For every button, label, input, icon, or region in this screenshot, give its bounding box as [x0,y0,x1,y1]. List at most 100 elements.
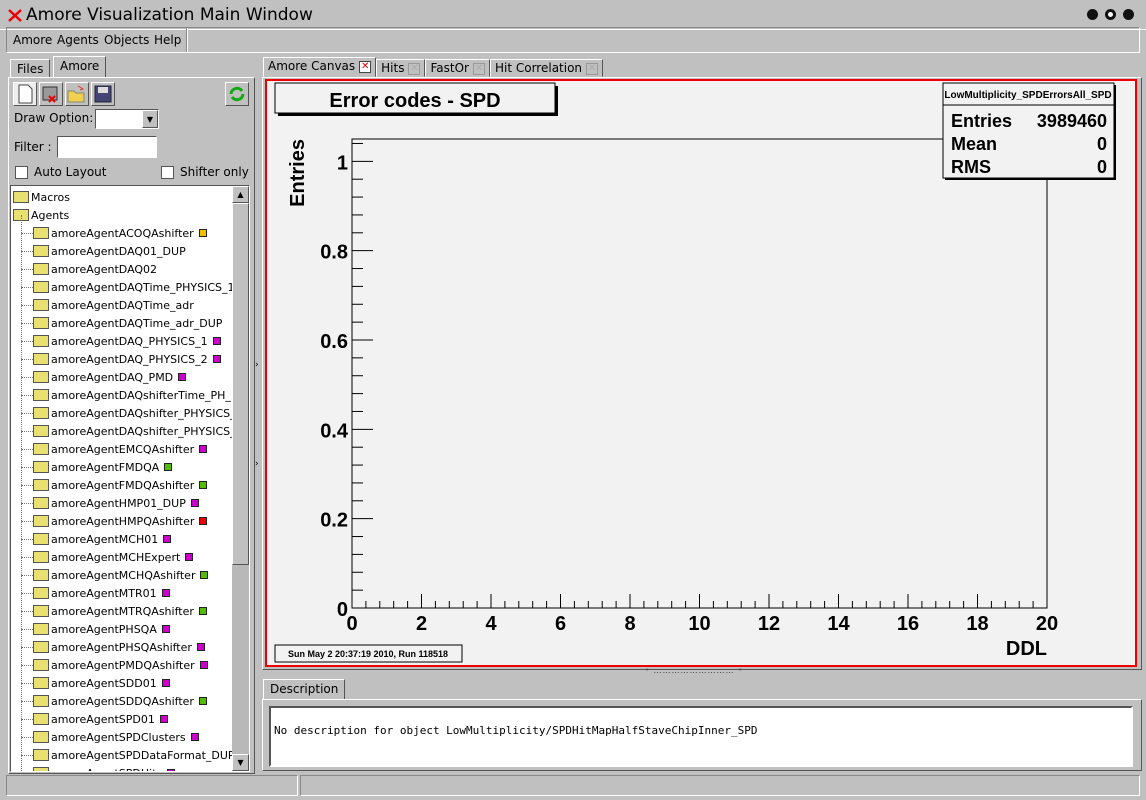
tree-item[interactable]: amoreAgentMTR01 [21,584,170,602]
menu-amore[interactable]: Amore [13,33,52,47]
maximize-icon[interactable] [1105,9,1116,20]
tree-item[interactable]: amoreAgentDAQshifter_PHYSICS_2 [21,422,249,440]
menu-help[interactable]: Help [154,33,181,47]
x-tick-label: 20 [1036,613,1058,635]
refresh-button[interactable] [225,82,249,106]
folder-icon [33,677,49,689]
tree-item[interactable]: amoreAgentMCHQAshifter [21,566,209,584]
tree-item[interactable]: amoreAgentSDDQAshifter [21,692,207,710]
tab-canvas-0[interactable]: Amore Canvas ✕ [263,57,377,77]
tree-scrollbar[interactable]: ▲ ▼ [232,186,249,771]
x-tick-label: 10 [688,613,710,635]
filter-input[interactable] [57,136,157,158]
tree-item[interactable]: amoreAgentHMP01_DUP [21,494,199,512]
auto-layout-checkbox[interactable] [15,166,28,179]
folder-icon [33,731,49,743]
tab-canvas-3[interactable]: Hit Correlation ✕ [489,59,604,77]
tab-close-icon[interactable]: ✕ [408,62,421,75]
tab-close-icon[interactable]: ✕ [586,62,599,75]
tree-item[interactable]: amoreAgentDAQ_PMD [21,368,187,386]
tree-item[interactable]: amoreAgentHMPQAshifter [21,512,208,530]
status-indicator-icon [161,625,170,633]
tab-close-icon[interactable]: ✕ [472,62,485,75]
scroll-down-icon[interactable]: ▼ [232,754,249,771]
tree-item[interactable]: amoreAgentDAQTime_PHYSICS_1 [21,278,248,296]
tree-item[interactable]: amoreAgentDAQ02 [21,260,158,278]
tree-guide [21,215,22,771]
tree-item[interactable]: amoreAgentEMCQAshifter [21,440,208,458]
tree-item[interactable]: amoreAgentSPD01 [21,710,168,728]
folder-icon [33,245,49,257]
tree-item[interactable]: amoreAgentDAQ_PHYSICS_2 [21,350,221,368]
menu-divider [186,28,188,52]
tab-canvas-1[interactable]: Hits ✕ [376,59,426,77]
tree-item[interactable]: amoreAgentMCH01 [21,530,172,548]
close-icon[interactable] [1123,9,1134,20]
tree-connector [21,485,33,486]
new-button[interactable] [13,82,37,106]
agent-name: amoreAgentDAQ02 [51,262,158,276]
tree-item[interactable]: amoreAgentDAQshifterTime_PH_1 [21,386,249,404]
status-indicator-icon [198,607,207,615]
tree-item[interactable]: amoreAgentSPDDataFormat_DUP [21,746,248,764]
x-tick-label: 2 [416,613,427,635]
menu-agents[interactable]: Agents [57,33,99,47]
save-button[interactable] [91,82,115,106]
tree-item[interactable]: amoreAgentDAQ_PHYSICS_1 [21,332,221,350]
splitter-arrow-icon[interactable]: › [255,360,259,370]
amore-canvas[interactable]: Error codes - SPD 0 2 4 6 8 10 12 14 16 18 20 0 0.2 0.… [265,79,1137,667]
tree-item[interactable]: amoreAgentPHSQAshifter [21,638,205,656]
tree-item[interactable]: amoreAgentACOQAshifter [21,224,207,242]
tree-item[interactable]: amoreAgentDAQ01_DUP [21,242,186,260]
agent-name: amoreAgentDAQTime_PHYSICS_1 [51,280,235,294]
vertical-splitter[interactable]: ˅ ⋯⋯⋯⋯⋯⋯⋯⋯⋯ ˅ [645,668,743,677]
splitter-arrow-icon[interactable]: › [255,459,259,469]
scroll-up-icon[interactable]: ▲ [232,186,249,203]
delete-icon [42,86,58,103]
draw-option-select[interactable]: ▼ [95,109,159,129]
minimize-icon[interactable] [1087,9,1098,20]
open-button[interactable] [65,82,89,106]
tab-close-icon[interactable]: ✕ [359,60,372,73]
tree-connector [21,233,33,234]
x-tick-label: 0 [346,613,357,635]
agent-name: amoreAgentDAQshifter_PHYSICS_1 [51,406,243,420]
status-indicator-icon [190,499,199,507]
shifter-only-checkbox[interactable] [161,166,174,179]
scroll-thumb[interactable] [232,203,249,565]
tree-item[interactable]: amoreAgentSPDClusters [21,728,199,746]
tree-item[interactable]: amoreAgentSPDHits [33,764,176,771]
tree-item[interactable]: amoreAgentDAQTime_adr [21,296,194,314]
delete-button[interactable] [39,82,63,106]
tree-item[interactable]: amoreAgentPHSQA [21,620,170,638]
folder-icon [33,497,49,509]
tree-item[interactable]: amoreAgentPMDQAshifter [21,656,208,674]
tree-connector [21,449,33,450]
x-tick-label: 6 [555,613,566,635]
status-indicator-icon [212,355,221,363]
status-indicator-icon [198,697,207,705]
stats-value: 3989460 [1037,111,1107,131]
y-tick-label: 0.6 [320,331,348,353]
tree-item[interactable]: amoreAgentSDD01 [21,674,170,692]
tab-label: Hit Correlation [494,61,583,75]
tree-item[interactable]: amoreAgentDAQTime_adr_DUP [21,314,222,332]
tree-item[interactable]: amoreAgentDAQshifter_PHYSICS_1 [21,404,249,422]
tab-description[interactable]: Description [263,679,346,700]
x-tick-label: 14 [827,613,850,635]
tree-item[interactable]: amoreAgentFMDQAshifter [21,476,208,494]
status-indicator-icon [198,229,207,237]
folder-icon [33,407,49,419]
tree-item[interactable]: amoreAgentMTRQAshifter [21,602,207,620]
tab-canvas-2[interactable]: FastOr ✕ [425,59,490,77]
tab-amore[interactable]: Amore [53,56,107,78]
tab-files[interactable]: Files [10,59,51,78]
tree-item[interactable]: amoreAgentFMDQA [21,458,173,476]
menu-objects[interactable]: Objects [104,33,149,47]
folder-icon [33,623,49,635]
tree-item[interactable]: amoreAgentMCHExpert [21,548,194,566]
folder-icon [33,605,49,617]
draw-option-label: Draw Option: [14,111,94,125]
tree-root-macros[interactable]: Macros [13,188,70,206]
tree-connector [21,683,33,684]
